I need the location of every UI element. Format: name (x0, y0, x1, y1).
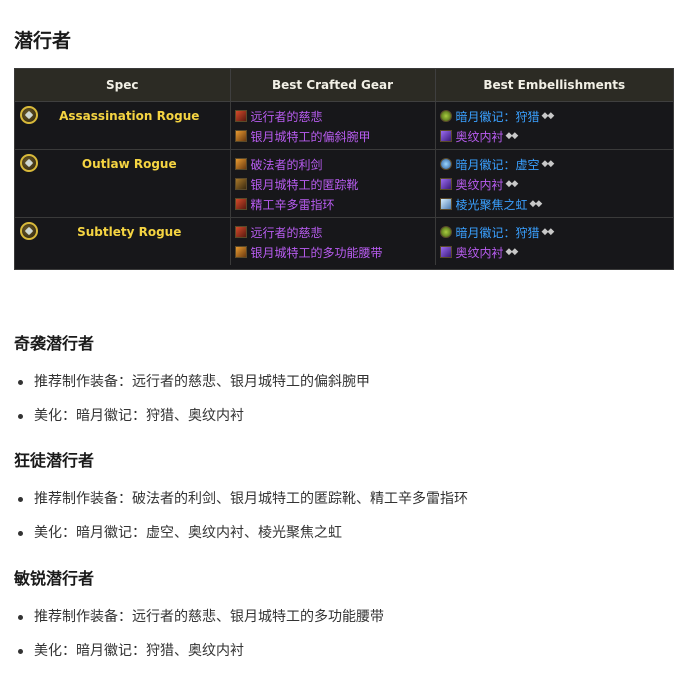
item-icon (439, 130, 452, 142)
item-link[interactable]: 奥纹内衬 (456, 128, 504, 145)
crafted-gear-item[interactable]: 银月城特工的匿踪靴 (234, 174, 435, 194)
embellishment-item[interactable]: 奥纹内衬 ◆◆ (439, 126, 674, 146)
spec-name[interactable]: Subtlety Rogue (19, 222, 230, 239)
spec-name[interactable]: Assassination Rogue (19, 106, 230, 123)
header-crafted-gear: Best Crafted Gear (230, 69, 436, 102)
embellishments-cell: 暗月徽记：狩猎 ◆◆ 奥纹内衬 ◆◆ (435, 101, 674, 150)
item-link[interactable]: 破法者的利剑 (251, 156, 323, 173)
section-heading-assassination: 奇袭潜行者 (14, 334, 95, 353)
item-icon (234, 198, 247, 210)
item-icon (234, 178, 247, 190)
item-link[interactable]: 银月城特工的匿踪靴 (251, 176, 359, 193)
item-icon (439, 178, 452, 190)
section-list-assassination: 推荐制作装备：远行者的慈悲、银月城特工的偏斜腕甲 美化：暗月徽记：狩猎、奥纹内衬 (14, 372, 674, 440)
item-link[interactable]: 暗月徽记：狩猎 (456, 108, 540, 125)
crafted-gear-cell: 远行者的慈悲银月城特工的偏斜腕甲 (230, 101, 436, 150)
embellishment-item[interactable]: 暗月徽记：狩猎 ◆◆ (439, 106, 674, 126)
embellishment-item[interactable]: 奥纹内衬 ◆◆ (439, 174, 674, 194)
item-link[interactable]: 精工辛多雷指环 (251, 196, 335, 213)
header-spec: Spec (15, 69, 231, 102)
item-link[interactable]: 奥纹内衬 (456, 244, 504, 261)
spec-icon (20, 154, 38, 172)
page-title: 潜行者 (14, 30, 72, 52)
list-item: 美化：暗月徽记：狩猎、奥纹内衬 (14, 641, 674, 675)
section-list-subtlety: 推荐制作装备：远行者的慈悲、银月城特工的多功能腰带 美化：暗月徽记：狩猎、奥纹内… (14, 607, 674, 675)
item-icon (234, 246, 247, 258)
quality-diamond-icon: ◆◆ (541, 111, 555, 121)
item-icon (234, 226, 247, 238)
section-list-outlaw: 推荐制作装备：破法者的利剑、银月城特工的匿踪靴、精工辛多雷指环 美化：暗月徽记：… (14, 489, 674, 557)
item-link[interactable]: 暗月徽记：狩猎 (456, 224, 540, 241)
embellishment-item[interactable]: 暗月徽记：狩猎 ◆◆ (439, 222, 674, 242)
crafted-gear-item[interactable]: 远行者的慈悲 (234, 106, 435, 126)
spec-cell: Assassination Rogue (15, 101, 231, 150)
crafted-gear-cell: 破法者的利剑银月城特工的匿踪靴 精工辛多雷指环 (230, 149, 436, 218)
spec-cell: Subtlety Rogue (15, 217, 231, 265)
item-icon (439, 110, 452, 122)
embellishments-cell: 暗月徽记：虚空 ◆◆ 奥纹内衬 ◆◆ 棱光聚焦之虹 ◆◆ (435, 149, 674, 218)
quality-diamond-icon: ◆◆ (505, 247, 519, 257)
table-row: Assassination Rogue 远行者的慈悲 银月城特工的偏斜腕甲 暗月徽记：… (15, 101, 674, 150)
quality-diamond-icon: ◆◆ (541, 227, 555, 237)
crafted-gear-item[interactable]: 破法者的利剑 (234, 154, 435, 174)
item-link[interactable]: 奥纹内衬 (456, 176, 504, 193)
quality-diamond-icon: ◆◆ (529, 199, 543, 209)
spec-icon (20, 222, 38, 240)
section-heading-outlaw: 狂徒潜行者 (14, 451, 95, 470)
item-link[interactable]: 远行者的慈悲 (251, 224, 323, 241)
list-item: 美化：暗月徽记：虚空、奥纹内衬、棱光聚焦之虹 (14, 523, 674, 557)
spec-gear-table: Spec Best Crafted Gear Best Embellishmen… (14, 68, 674, 270)
item-icon (439, 198, 452, 210)
item-link[interactable]: 暗月徽记：虚空 (456, 156, 540, 173)
quality-diamond-icon: ◆◆ (541, 159, 555, 169)
list-item: 推荐制作装备：远行者的慈悲、银月城特工的多功能腰带 (14, 607, 674, 641)
item-icon (234, 158, 247, 170)
embellishment-item[interactable]: 暗月徽记：虚空 ◆◆ (439, 154, 674, 174)
embellishment-item[interactable]: 棱光聚焦之虹 ◆◆ (439, 194, 674, 214)
spec-name[interactable]: Outlaw Rogue (19, 154, 230, 171)
table-row: Subtlety Rogue 远行者的慈悲 银月城特工的多功能腰带 暗月徽记：狩猎 ◆◆… (15, 217, 673, 266)
table-row: Outlaw Rogue 破法者的利剑 银月城特工的匿踪靴 精工辛多雷指环 暗月徽记：虚… (15, 149, 674, 218)
crafted-gear-item[interactable]: 精工辛多雷指环 (234, 194, 435, 214)
item-link[interactable]: 银月城特工的多功能腰带 (251, 244, 383, 261)
crafted-gear-item[interactable]: 远行者的慈悲 (234, 222, 435, 242)
list-item: 推荐制作装备：破法者的利剑、银月城特工的匿踪靴、精工辛多雷指环 (14, 489, 674, 523)
list-item: 推荐制作装备：远行者的慈悲、银月城特工的偏斜腕甲 (14, 372, 674, 406)
header-embellishments: Best Embellishments (435, 69, 673, 102)
embellishment-item[interactable]: 奥纹内衬 ◆◆ (439, 242, 674, 262)
section-heading-subtlety: 敏锐潜行者 (14, 569, 95, 588)
item-link[interactable]: 远行者的慈悲 (251, 108, 323, 125)
item-icon (234, 130, 247, 142)
spec-icon (20, 106, 38, 124)
table-header-row: Spec Best Crafted Gear Best Embellishmen… (15, 69, 673, 102)
item-icon (439, 158, 452, 170)
item-icon (439, 246, 452, 258)
quality-diamond-icon: ◆◆ (505, 179, 519, 189)
crafted-gear-item[interactable]: 银月城特工的多功能腰带 (234, 242, 435, 262)
item-icon (234, 110, 247, 122)
item-link[interactable]: 银月城特工的偏斜腕甲 (251, 128, 371, 145)
crafted-gear-cell: 远行者的慈悲银月城特工的多功能腰带 (230, 217, 436, 265)
quality-diamond-icon: ◆◆ (505, 131, 519, 141)
spec-cell: Outlaw Rogue (15, 149, 231, 218)
item-icon (439, 226, 452, 238)
embellishments-cell: 暗月徽记：狩猎 ◆◆ 奥纹内衬 ◆◆ (435, 218, 673, 266)
list-item: 美化：暗月徽记：狩猎、奥纹内衬 (14, 406, 674, 440)
item-link[interactable]: 棱光聚焦之虹 (456, 196, 528, 213)
crafted-gear-item[interactable]: 银月城特工的偏斜腕甲 (234, 126, 435, 146)
